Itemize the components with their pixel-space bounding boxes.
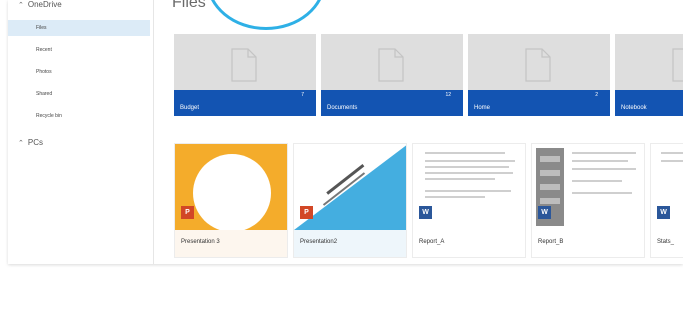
file-name: Report_A [419,239,445,245]
document-icon [672,48,683,82]
chevron-up-icon[interactable]: ⌃ [18,139,24,147]
nav-item-shared[interactable]: Shared [8,86,150,102]
nav-item-recent[interactable]: Recent [8,42,150,58]
thumbnail-circle [193,154,271,230]
folder-tile-budget[interactable]: Budget 7 [174,34,316,116]
file-name: Presentation 3 [181,239,220,245]
nav-item-photos[interactable]: Photos [8,64,150,80]
folder-bar [321,90,463,116]
file-tile-stats[interactable]: W Stats_ [650,143,683,258]
file-name: Report_B [538,239,564,245]
page-title: Files [172,0,206,11]
file-name: Stats_ [657,239,675,245]
folder-count: 12 [445,92,451,98]
document-icon [378,48,404,82]
navigation-pane: ⌃ OneDrive Files Recent Photos Shared Re… [8,0,154,264]
folder-name: Budget [180,105,200,111]
nav-onedrive-label: OneDrive [27,0,62,9]
folder-tile-documents[interactable]: Documents 12 [321,34,463,116]
folder-name: Home [474,105,491,111]
files-content: Files Budget 7 Documents 12 Home 2 Noteb… [154,0,683,264]
powerpoint-icon: P [300,206,313,219]
folder-name: Notebook [621,105,647,111]
folder-tile-home[interactable]: Home 2 [468,34,610,116]
folder-bar [615,90,683,116]
nav-pcs[interactable]: ⌃ PCs [18,138,43,147]
folder-bar [174,90,316,116]
file-tile-presentation2[interactable]: P Presentation2 [293,143,407,258]
word-icon: W [419,206,432,219]
folder-count: 7 [301,92,304,98]
folder-tile-notebook[interactable]: Notebook [615,34,683,116]
document-icon [525,48,551,82]
folder-count: 2 [595,92,598,98]
word-icon: W [538,206,551,219]
nav-pcs-label: PCs [27,138,43,147]
nav-item-files[interactable]: Files [8,20,150,36]
word-icon: W [657,206,670,219]
nav-onedrive[interactable]: ⌃ OneDrive [18,0,62,9]
folder-bar [468,90,610,116]
file-tile-report-a[interactable]: W Report_A [412,143,526,258]
nav-item-recycle-bin[interactable]: Recycle bin [8,108,150,124]
powerpoint-icon: P [181,206,194,219]
file-tile-presentation-3[interactable]: P Presentation 3 [174,143,288,258]
file-name: Presentation2 [300,239,338,245]
chevron-up-icon[interactable]: ⌃ [18,1,24,9]
onedrive-window: ⌃ OneDrive Files Recent Photos Shared Re… [8,0,683,264]
highlight-circle [206,0,326,30]
document-icon [231,48,257,82]
file-tile-report-b[interactable]: W Report_B [531,143,645,258]
folder-name: Documents [327,105,358,111]
